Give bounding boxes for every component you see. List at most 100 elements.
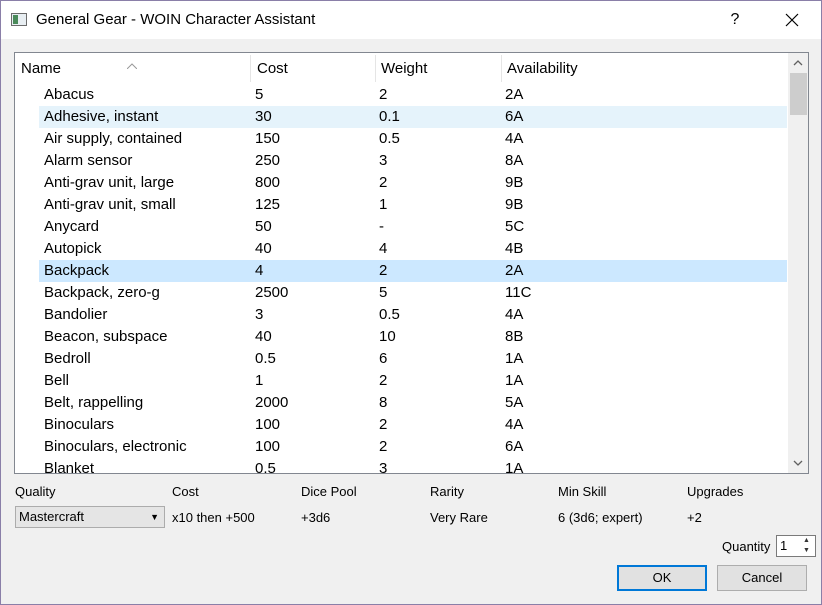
cell-availability: 1A [505,460,524,474]
cost-label: Cost [172,484,199,499]
min-skill-label: Min Skill [558,484,607,499]
cell-weight: 2 [379,262,388,279]
scroll-down-icon[interactable] [788,453,808,473]
cell-weight: 0.5 [379,130,400,147]
upgrades-label: Upgrades [687,484,744,499]
table-row[interactable]: Binoculars, electronic 100 2 6A [15,436,787,458]
cell-name: Belt, rappelling [44,394,144,411]
table-row[interactable]: Adhesive, instant 30 0.1 6A [15,106,787,128]
cell-availability: 8A [505,152,524,169]
close-button[interactable] [772,1,812,39]
cell-name: Anycard [44,218,100,235]
chevron-down-icon: ▼ [150,512,159,522]
cell-weight: 2 [379,174,388,191]
table-row[interactable]: Binoculars 100 2 4A [15,414,787,436]
table-row[interactable]: Air supply, contained 150 0.5 4A [15,128,787,150]
cell-availability: 5C [505,218,525,235]
cell-cost: 2000 [255,394,289,411]
cell-availability: 6A [505,108,524,125]
dice-pool-label: Dice Pool [301,484,357,499]
cell-name: Anti-grav unit, large [44,174,175,191]
table-row[interactable]: Backpack, zero-g 2500 5 11C [15,282,787,304]
min-skill-value: 6 (3d6; expert) [558,510,643,525]
cell-availability: 4A [505,416,524,433]
cell-weight: 4 [379,240,388,257]
title-bar[interactable]: General Gear - WOIN Character Assistant … [1,1,821,39]
table-row[interactable]: Blanket 0.5 3 1A [15,458,787,474]
decrement-icon[interactable]: ▼ [798,546,815,556]
table-row[interactable]: Autopick 40 4 4B [15,238,787,260]
cell-name: Beacon, subspace [44,328,168,345]
table-row[interactable]: Anti-grav unit, small 125 1 9B [15,194,787,216]
table-row[interactable]: Bandolier 3 0.5 4A [15,304,787,326]
close-icon [785,13,799,27]
cell-availability: 11C [505,284,532,301]
table-row[interactable]: Abacus 5 2 2A [15,84,787,106]
vertical-scrollbar[interactable] [788,53,808,473]
cell-cost: 30 [255,108,272,125]
scroll-up-icon[interactable] [788,53,808,73]
cell-availability: 9B [505,196,524,213]
table-row[interactable]: Belt, rappelling 2000 8 5A [15,392,787,414]
table-row[interactable]: Alarm sensor 250 3 8A [15,150,787,172]
cell-cost: 4 [255,262,264,279]
cell-weight: 10 [379,328,396,345]
cell-cost: 40 [255,328,272,345]
sort-ascending-icon [126,53,138,83]
table-row[interactable]: Beacon, subspace 40 10 8B [15,326,787,348]
cell-name: Abacus [44,86,95,103]
cell-cost: 100 [255,438,281,455]
cell-name: Adhesive, instant [44,108,159,125]
table-row[interactable]: Backpack 4 2 2A [15,260,787,282]
cell-availability: 5A [505,394,524,411]
table-row[interactable]: Anti-grav unit, large 800 2 9B [15,172,787,194]
column-header-availability[interactable]: Availability [501,53,787,84]
cell-name: Bandolier [44,306,108,323]
cell-name: Binoculars [44,416,115,433]
cell-cost: 0.5 [255,350,276,367]
cell-cost: 40 [255,240,272,257]
cell-availability: 1A [505,350,524,367]
cell-availability: 4A [505,130,524,147]
dice-pool-value: +3d6 [301,510,331,525]
column-header-weight[interactable]: Weight [375,53,501,84]
cell-availability: 8B [505,328,524,345]
cell-weight: - [379,218,384,235]
table-row[interactable]: Bedroll 0.5 6 1A [15,348,787,370]
ok-button[interactable]: OK [617,565,707,591]
increment-icon[interactable]: ▲ [798,536,815,546]
cell-name: Backpack [44,262,110,279]
cancel-button[interactable]: Cancel [717,565,807,591]
scrollbar-thumb[interactable] [790,73,807,115]
quantity-value[interactable]: 1 [780,536,787,556]
cell-availability: 9B [505,174,524,191]
cell-availability: 2A [505,86,524,103]
dialog-window: General Gear - WOIN Character Assistant … [0,0,822,605]
window-title: General Gear - WOIN Character Assistant [36,11,316,28]
gear-table[interactable]: Name Cost Weight Availability Abacus 5 2 2A… [14,52,809,474]
upgrades-value: +2 [687,510,702,525]
cell-availability: 2A [505,262,524,279]
help-button[interactable]: ? [717,1,753,39]
cell-cost: 150 [255,130,281,147]
cell-name: Air supply, contained [44,130,183,147]
cell-weight: 1 [379,196,388,213]
quantity-stepper[interactable]: 1 ▲ ▼ [776,535,816,557]
rarity-label: Rarity [430,484,464,499]
column-header-name[interactable]: Name [15,53,251,84]
cell-cost: 2500 [255,284,289,301]
cell-name: Bedroll [44,350,91,367]
row-highlight [39,260,787,282]
cell-name: Autopick [44,240,102,257]
column-header-cost[interactable]: Cost [251,53,375,84]
table-row[interactable]: Bell 1 2 1A [15,370,787,392]
quality-label: Quality [15,484,56,499]
cell-weight: 3 [379,152,388,169]
table-row[interactable]: Anycard 50 - 5C [15,216,787,238]
cell-availability: 4B [505,240,524,257]
cell-cost: 800 [255,174,281,191]
quality-dropdown[interactable]: Mastercraft ▼ [15,506,165,528]
cell-availability: 1A [505,372,524,389]
cell-weight: 0.5 [379,306,400,323]
cell-name: Binoculars, electronic [44,438,187,455]
